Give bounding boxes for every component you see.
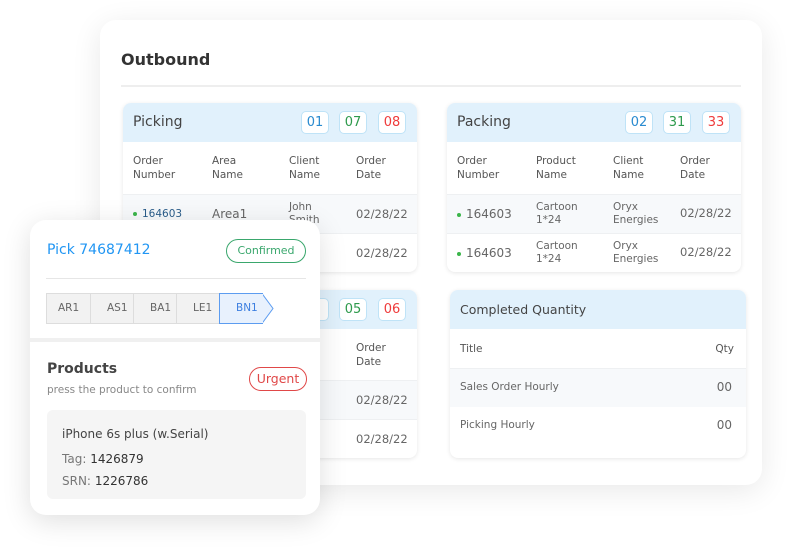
order-date: 02/28/22	[356, 246, 408, 260]
confirmed-status-badge: Confirmed	[226, 239, 306, 263]
product-name: Cartoon 1*24	[536, 240, 578, 265]
urgent-badge: Urgent	[249, 367, 307, 391]
step[interactable]: BA1	[133, 293, 176, 324]
pick-card[interactable]: Pick 74687412 Confirmed AR1 AS1 BA1 LE1 …	[30, 220, 320, 515]
divider	[121, 85, 741, 87]
products-hint: press the product to confirm	[47, 384, 197, 396]
client-name: Oryx Energies	[613, 201, 659, 226]
tag-value: 1426879	[90, 452, 144, 466]
picking-badge-green[interactable]: 07	[339, 111, 367, 134]
tag-label: Tag:	[62, 452, 87, 466]
col-title: Title	[460, 343, 483, 355]
col-order-date: Order Date	[356, 342, 386, 368]
product-name: iPhone 6s plus (w.Serial)	[62, 427, 209, 441]
row-qty: 00	[716, 418, 732, 432]
col-client-name: Client Name	[613, 155, 644, 181]
location-steps: AR1 AS1 BA1 LE1 BN1	[46, 293, 274, 324]
third-badge-red[interactable]: 06	[378, 298, 406, 321]
third-badge-green[interactable]: 05	[339, 298, 367, 321]
packing-panel: Packing 02 31 33 Order Number Product Na…	[447, 103, 741, 272]
order-date: 02/28/22	[680, 245, 732, 259]
table-row[interactable]: Picking Hourly 00	[450, 407, 746, 446]
col-order-number: Order Number	[133, 155, 176, 181]
srn-value: 1226786	[94, 474, 149, 488]
step[interactable]: AS1	[90, 293, 133, 324]
col-order-date: Order Date	[356, 155, 386, 181]
divider	[46, 278, 306, 279]
page-title: Outbound	[121, 50, 211, 69]
row-title: Picking Hourly	[460, 419, 535, 431]
step-active[interactable]: BN1	[219, 293, 263, 324]
order-date: 02/28/22	[356, 393, 408, 407]
client-name: Oryx Energies	[613, 240, 659, 265]
table-row[interactable]: 164603 Cartoon 1*24 Oryx Energies 02/28/…	[447, 233, 741, 272]
pick-title[interactable]: Pick 74687412	[47, 242, 151, 258]
picking-header: Picking 01 07 08	[123, 103, 417, 142]
order-number: 164603	[142, 208, 183, 220]
order-date: 02/28/22	[680, 206, 732, 220]
table-row[interactable]: Sales Order Hourly 00	[450, 368, 746, 407]
col-area-name: Area Name	[212, 155, 243, 181]
product-name: Cartoon 1*24	[536, 201, 578, 226]
status-dot	[457, 251, 461, 256]
step[interactable]: LE1	[176, 293, 219, 324]
picking-title: Picking	[133, 114, 183, 130]
packing-badge-blue[interactable]: 02	[625, 111, 653, 134]
packing-header: Packing 02 31 33	[447, 103, 741, 142]
col-order-date: Order Date	[680, 155, 710, 181]
completed-quantity-panel: Completed Quantity Title Qty Sales Order…	[450, 290, 746, 458]
col-order-number: Order Number	[457, 155, 500, 181]
row-title: Sales Order Hourly	[460, 381, 559, 393]
row-qty: 00	[716, 380, 732, 394]
col-product-name: Product Name	[536, 155, 576, 181]
status-dot	[457, 212, 461, 217]
order-number: 164603	[466, 246, 512, 260]
product-item[interactable]: iPhone 6s plus (w.Serial) Tag: 1426879 S…	[47, 410, 306, 499]
packing-badge-green[interactable]: 31	[663, 111, 691, 134]
chevron-right-icon	[262, 293, 274, 324]
packing-title: Packing	[457, 114, 511, 130]
packing-badge-red[interactable]: 33	[702, 111, 730, 134]
status-dot	[133, 212, 137, 216]
col-client-name: Client Name	[289, 155, 320, 181]
order-date: 02/28/22	[356, 432, 408, 446]
order-date: 02/28/22	[356, 207, 408, 221]
completed-header: Completed Quantity	[450, 290, 746, 329]
table-row[interactable]: 164603 Cartoon 1*24 Oryx Energies 02/28/…	[447, 194, 741, 233]
step[interactable]: AR1	[46, 293, 90, 324]
picking-badge-red[interactable]: 08	[378, 111, 406, 134]
order-number: 164603	[466, 207, 512, 221]
col-qty: Qty	[715, 343, 734, 355]
picking-badge-blue[interactable]: 01	[301, 111, 329, 134]
srn-label: SRN:	[62, 474, 91, 488]
section-divider	[30, 338, 320, 342]
completed-title: Completed Quantity	[460, 302, 587, 317]
products-title: Products	[47, 361, 118, 377]
